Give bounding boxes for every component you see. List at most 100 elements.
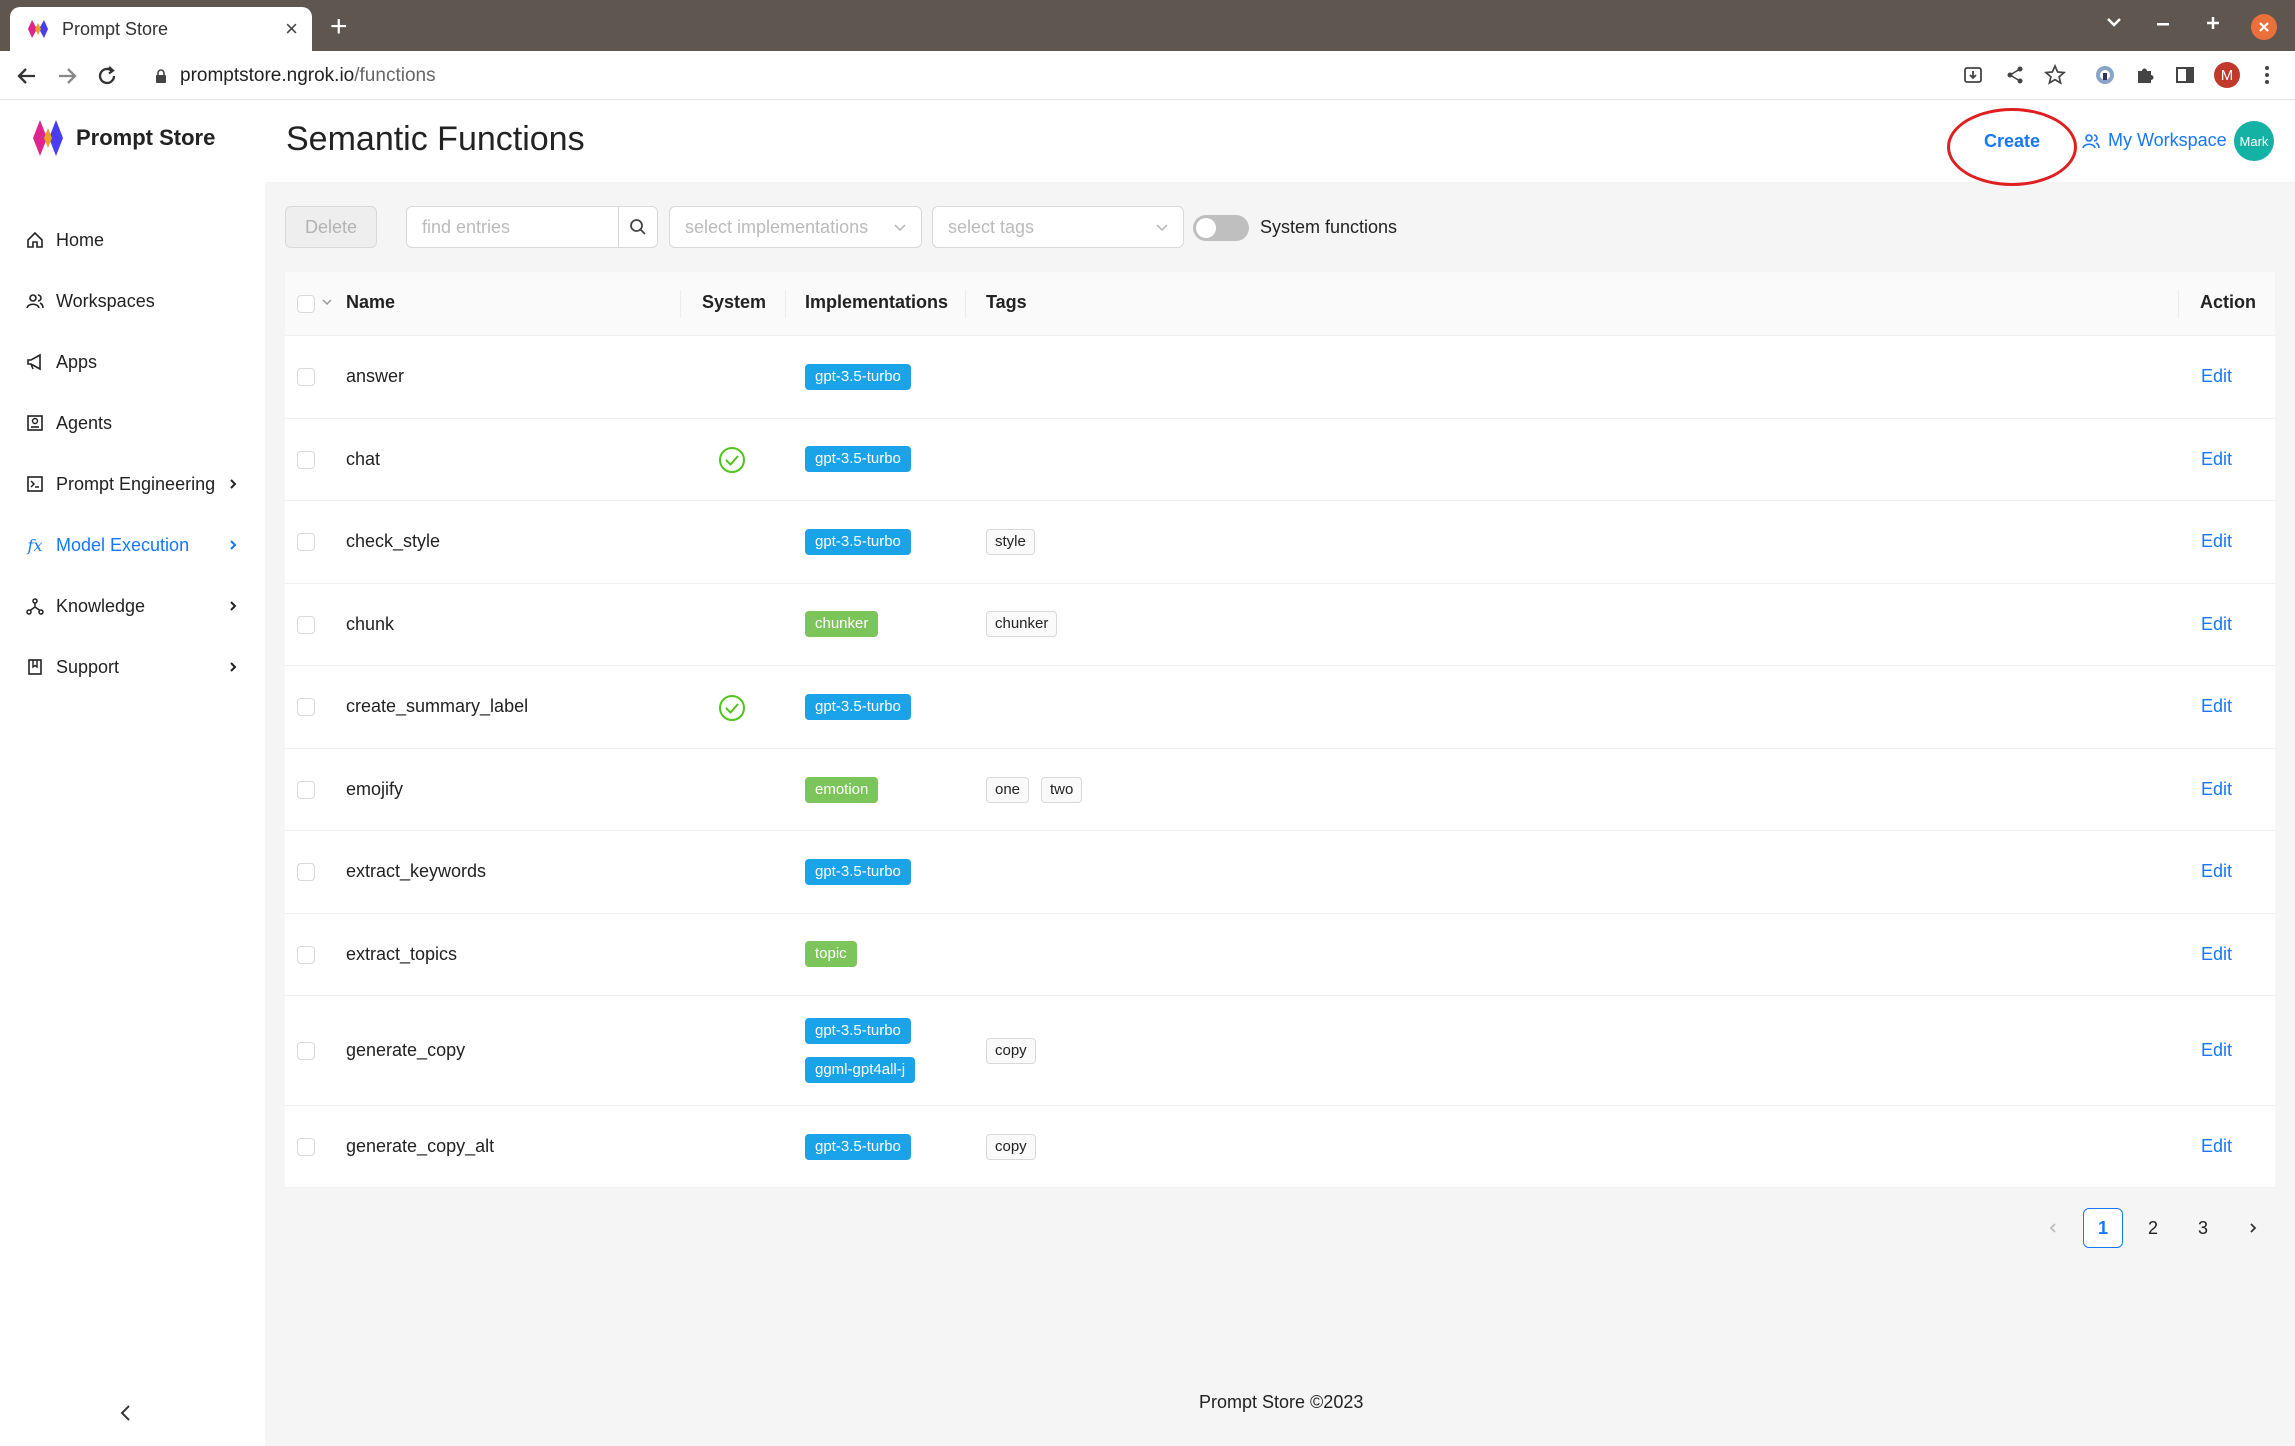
edit-link[interactable]: Edit xyxy=(2201,449,2232,470)
edit-link[interactable]: Edit xyxy=(2201,696,2232,717)
table-row[interactable]: emojify emotion one two Edit xyxy=(285,749,2275,831)
tag-label: one xyxy=(986,777,1030,803)
create-button[interactable]: Create xyxy=(1984,131,2040,152)
tags-select[interactable]: select tags xyxy=(932,206,1184,248)
select-all-checkbox[interactable] xyxy=(297,295,315,313)
column-name: Name xyxy=(346,292,396,312)
extensions-puzzle-icon[interactable] xyxy=(2132,62,2158,88)
app-logo[interactable]: Prompt Store xyxy=(32,118,215,158)
sidebar-item-label: Apps xyxy=(56,351,98,372)
window-close-icon[interactable] xyxy=(2251,14,2277,40)
browser-menu-icon[interactable] xyxy=(2254,62,2280,88)
edit-link[interactable]: Edit xyxy=(2201,366,2232,387)
sidebar-item-label: Workspaces xyxy=(56,290,155,311)
chevron-right-icon xyxy=(227,661,239,673)
reload-icon[interactable] xyxy=(94,63,120,89)
maximize-icon[interactable] xyxy=(2204,14,2222,32)
sidebar-item-home[interactable]: Home xyxy=(0,215,265,265)
workspace-link[interactable]: My Workspace xyxy=(2082,130,2227,151)
row-checkbox[interactable] xyxy=(297,533,315,551)
search-input[interactable] xyxy=(406,206,618,248)
install-app-icon[interactable] xyxy=(1960,62,1986,88)
browser-profile-avatar[interactable]: M xyxy=(2214,62,2240,88)
user-avatar[interactable]: Mark xyxy=(2234,121,2274,161)
row-checkbox[interactable] xyxy=(297,698,315,716)
function-name: extract_topics xyxy=(346,944,458,964)
edit-link[interactable]: Edit xyxy=(2201,779,2232,800)
edit-link[interactable]: Edit xyxy=(2201,944,2232,965)
workspace-label: My Workspace xyxy=(2108,130,2227,150)
edit-link[interactable]: Edit xyxy=(2201,531,2232,552)
table-row[interactable]: generate_copy gpt-3.5-turbo ggml-gpt4all… xyxy=(285,996,2275,1106)
new-tab-icon[interactable]: + xyxy=(330,12,348,42)
app-name: Prompt Store xyxy=(76,125,216,150)
sidebar-item-prompt-engineering[interactable]: Prompt Engineering xyxy=(0,459,265,509)
sidebar-item-agents[interactable]: Agents xyxy=(0,398,265,448)
delete-button[interactable]: Delete xyxy=(285,206,377,248)
sidebar-item-workspaces[interactable]: Workspaces xyxy=(0,276,265,326)
people-icon xyxy=(26,292,44,310)
system-functions-toggle[interactable] xyxy=(1193,215,1249,241)
row-checkbox[interactable] xyxy=(297,451,315,469)
pagination-prev[interactable] xyxy=(2033,1208,2073,1248)
check-circle-icon xyxy=(718,694,746,722)
edit-link[interactable]: Edit xyxy=(2201,861,2232,882)
table-row[interactable]: extract_keywords gpt-3.5-turbo Edit xyxy=(285,831,2275,914)
minimize-icon[interactable] xyxy=(2155,22,2171,26)
implementation-tag: gpt-3.5-turbo xyxy=(805,859,911,885)
row-checkbox[interactable] xyxy=(297,616,315,634)
tab-search-icon[interactable] xyxy=(2104,12,2124,32)
table-row[interactable]: extract_topics topic Edit xyxy=(285,914,2275,996)
prompt-store-favicon-icon xyxy=(26,17,50,41)
pagination-page-3[interactable]: 3 xyxy=(2183,1208,2223,1248)
row-checkbox[interactable] xyxy=(297,1138,315,1156)
collapse-sidebar-icon[interactable] xyxy=(115,1402,137,1424)
column-implementations: Implementations xyxy=(805,292,949,312)
back-icon[interactable] xyxy=(14,63,40,89)
table-row[interactable]: chunk chunker chunker Edit xyxy=(285,584,2275,666)
tag-label: style xyxy=(986,529,1035,555)
function-name: generate_copy_alt xyxy=(346,1136,495,1156)
row-checkbox[interactable] xyxy=(297,368,315,386)
chevron-left-icon xyxy=(2047,1222,2059,1234)
url-field[interactable]: promptstore.ngrok.io/functions xyxy=(148,57,2078,94)
pagination-page-2[interactable]: 2 xyxy=(2133,1208,2173,1248)
chevron-down-icon[interactable] xyxy=(321,296,333,308)
sidebar-item-label: Support xyxy=(56,656,120,677)
sidebar-item-knowledge[interactable]: Knowledge xyxy=(0,581,265,631)
implementations-select[interactable]: select implementations xyxy=(669,206,922,248)
terminal-icon xyxy=(26,475,44,493)
search-button[interactable] xyxy=(618,206,658,248)
sidebar-item-model-execution[interactable]: fx Model Execution xyxy=(0,520,265,570)
password-extension-icon[interactable] xyxy=(2092,62,2118,88)
table-row[interactable]: check_style gpt-3.5-turbo style Edit xyxy=(285,501,2275,584)
table-row[interactable]: answer gpt-3.5-turbo Edit xyxy=(285,336,2275,419)
side-panel-icon[interactable] xyxy=(2172,62,2198,88)
table-header: Name System Implementations Tags Action xyxy=(285,272,2275,336)
chevron-right-icon xyxy=(2247,1222,2259,1234)
footer-text: Prompt Store ©2023 xyxy=(1199,1392,1364,1412)
fx-icon: fx xyxy=(27,535,43,555)
sidebar-item-apps[interactable]: Apps xyxy=(0,337,265,387)
row-checkbox[interactable] xyxy=(297,781,315,799)
table-row[interactable]: create_summary_label gpt-3.5-turbo Edit xyxy=(285,666,2275,749)
edit-link[interactable]: Edit xyxy=(2201,1136,2232,1157)
sidebar-item-support[interactable]: Support xyxy=(0,642,265,692)
share-icon[interactable] xyxy=(2002,62,2028,88)
implementation-tag: gpt-3.5-turbo xyxy=(805,1018,911,1044)
table-row[interactable]: generate_copy_alt gpt-3.5-turbo copy Edi… xyxy=(285,1106,2275,1188)
row-checkbox[interactable] xyxy=(297,946,315,964)
browser-tab[interactable]: Prompt Store × xyxy=(10,7,312,51)
pagination-next[interactable] xyxy=(2233,1208,2273,1248)
bookmark-star-icon[interactable] xyxy=(2042,62,2068,88)
sidebar-item-label: Home xyxy=(56,229,105,250)
tab-close-icon[interactable]: × xyxy=(285,18,298,40)
edit-link[interactable]: Edit xyxy=(2201,614,2232,635)
edit-link[interactable]: Edit xyxy=(2201,1040,2232,1061)
tag-label: copy xyxy=(986,1134,1036,1160)
table-row[interactable]: chat gpt-3.5-turbo Edit xyxy=(285,419,2275,501)
pagination-page-1[interactable]: 1 xyxy=(2083,1208,2123,1248)
row-checkbox[interactable] xyxy=(297,1042,315,1060)
forward-icon[interactable] xyxy=(54,63,80,89)
row-checkbox[interactable] xyxy=(297,863,315,881)
